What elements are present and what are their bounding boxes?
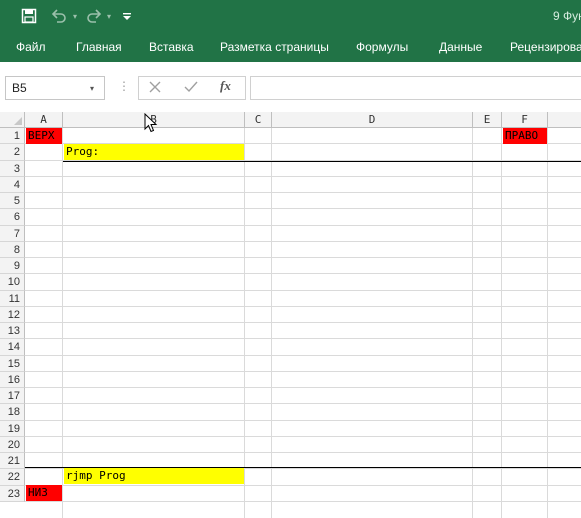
row-header-4[interactable]: 4 [0, 176, 25, 193]
row-header-22[interactable]: 22 [0, 469, 25, 486]
row-gridline [25, 387, 581, 388]
row-gridline [25, 305, 581, 307]
cell-a1[interactable]: ВЕРХ [26, 128, 62, 144]
redo-dropdown-icon[interactable]: ▾ [104, 6, 114, 26]
check-icon[interactable] [184, 80, 200, 96]
row-gridline [25, 257, 581, 258]
row-gridline [25, 273, 581, 275]
row-gridline [25, 338, 581, 340]
cell-b2[interactable]: Prog: [64, 144, 244, 160]
column-header-c[interactable]: C [245, 112, 272, 128]
row-header-19[interactable]: 19 [0, 420, 25, 437]
row-gridline [25, 192, 581, 193]
column-header-a[interactable]: A [25, 112, 63, 128]
column-header-f[interactable]: F [502, 112, 548, 128]
formula-bar-grip-icon: ⋮ [118, 79, 130, 93]
row-header-13[interactable]: 13 [0, 323, 25, 340]
row-header-23[interactable]: 23 [0, 485, 25, 502]
row-gridline [25, 370, 581, 372]
insert-function-button[interactable]: fx [220, 78, 231, 94]
row-gridline [25, 224, 581, 226]
row-header-7[interactable]: 7 [0, 225, 25, 242]
row-gridline [25, 419, 581, 421]
undo-icon[interactable] [48, 6, 70, 26]
row-header-12[interactable]: 12 [0, 306, 25, 323]
row-header-17[interactable]: 17 [0, 388, 25, 405]
row-header-2[interactable]: 2 [0, 144, 25, 161]
tab-page-layout[interactable]: Разметка страницы [220, 40, 329, 54]
row-header-20[interactable]: 20 [0, 436, 25, 453]
row-gridline [25, 500, 581, 502]
tab-insert[interactable]: Вставка [149, 40, 194, 54]
cell-b21[interactable]: rjmp Prog [64, 468, 244, 484]
row-gridline [25, 175, 581, 177]
row-header-10[interactable]: 10 [0, 274, 25, 291]
row-gridline [25, 322, 581, 323]
row-gridline [25, 240, 581, 242]
row-gridline [25, 403, 581, 405]
tab-review[interactable]: Рецензирова [510, 40, 581, 54]
row-header-5[interactable]: 5 [0, 193, 25, 210]
row-header-21[interactable]: 21 [0, 453, 25, 470]
row-header-18[interactable]: 18 [0, 404, 25, 421]
column-header-d[interactable]: D [272, 112, 473, 128]
column-header-g[interactable] [548, 112, 581, 128]
close-icon[interactable] [148, 80, 164, 96]
customize-toolbar-icon[interactable] [120, 6, 134, 26]
tab-formulas[interactable]: Формулы [356, 40, 408, 54]
mouse-pointer-icon [144, 112, 158, 133]
row-gridline [25, 435, 581, 437]
row-header-14[interactable]: 14 [0, 339, 25, 356]
row-header-9[interactable]: 9 [0, 258, 25, 275]
formula-input[interactable] [250, 76, 581, 100]
title-bar: ▾ ▾ 9 Фун [0, 0, 581, 32]
undo-dropdown-icon[interactable]: ▾ [70, 6, 80, 26]
row-header-15[interactable]: 15 [0, 355, 25, 372]
select-all-button[interactable] [0, 112, 25, 128]
row-header-1[interactable]: 1 [0, 128, 25, 145]
cell-f1[interactable]: ПРАВО [503, 128, 547, 144]
row-gridline [25, 289, 581, 291]
row-header-3[interactable]: 3 [0, 160, 25, 177]
name-box-dropdown-icon[interactable]: ▾ [90, 84, 100, 94]
column-header-e[interactable]: E [473, 112, 502, 128]
formula-bar: B5 ▾ ⋮ fx [0, 62, 581, 114]
ribbon-tabs: Файл Главная Вставка Разметка страницы Ф… [0, 32, 581, 62]
row-header-8[interactable]: 8 [0, 241, 25, 258]
tab-data[interactable]: Данные [439, 40, 482, 54]
row-gridline [25, 452, 581, 453]
tab-home[interactable]: Главная [76, 40, 122, 54]
row-header-16[interactable]: 16 [0, 371, 25, 388]
redo-icon[interactable] [83, 6, 105, 26]
row-gridline [25, 484, 581, 486]
spreadsheet-grid[interactable]: A B C D E F 1 2 3 4 5 6 7 8 9 10 11 12 13 14 15 16 17 18 1… [0, 112, 581, 518]
row-header-6[interactable]: 6 [0, 209, 25, 226]
tab-file[interactable]: Файл [16, 40, 46, 54]
save-icon[interactable] [18, 6, 40, 26]
row-gridline [25, 208, 581, 210]
row-gridline [25, 354, 581, 356]
row-header-11[interactable]: 11 [0, 290, 25, 307]
window-title: 9 Фун [553, 9, 581, 23]
cell-a22[interactable]: НИЗ [26, 485, 62, 501]
